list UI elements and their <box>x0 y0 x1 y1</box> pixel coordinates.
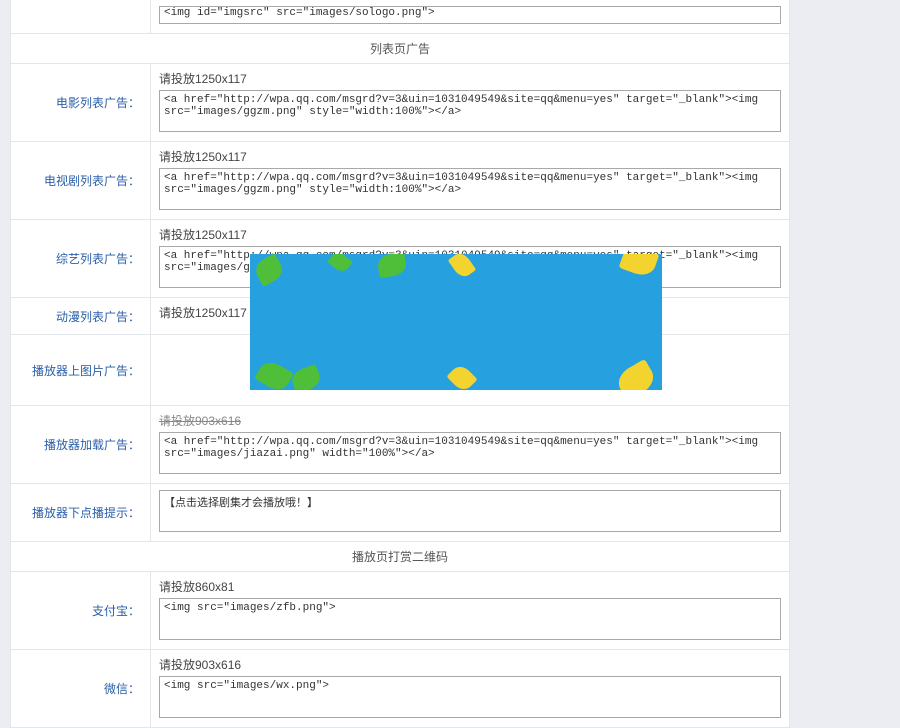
label-wechat: 微信： <box>11 650 151 727</box>
cell-player-tip <box>151 484 789 541</box>
textarea-movie-list-ad[interactable] <box>159 90 781 132</box>
textarea-tv-list-ad[interactable] <box>159 168 781 210</box>
hint-player-load: 请投放903x616 <box>159 412 781 429</box>
row-movie-list-ad: 电影列表广告： 请投放1250x117 <box>10 64 790 142</box>
row-wechat: 微信： 请投放903x616 <box>10 650 790 728</box>
leaf-icon <box>289 364 323 390</box>
textarea-alipay[interactable] <box>159 598 781 640</box>
leaf-icon <box>619 254 660 279</box>
hint-movie: 请投放1250x117 <box>159 70 781 87</box>
leaf-icon <box>446 362 477 390</box>
row-tv-list-ad: 电视剧列表广告： 请投放1250x117 <box>10 142 790 220</box>
leaf-icon <box>376 254 407 278</box>
textarea-wechat[interactable] <box>159 676 781 718</box>
top-value-cell <box>151 0 789 33</box>
label-player-load-ad: 播放器加载广告： <box>11 406 151 483</box>
textarea-player-load-ad[interactable] <box>159 432 781 474</box>
row-player-vod-tip: 播放器下点播提示： <box>10 484 790 542</box>
cell-player-load: 请投放903x616 <box>151 406 789 483</box>
label-player-vod-tip: 播放器下点播提示： <box>11 484 151 541</box>
label-variety-list-ad: 综艺列表广告： <box>11 220 151 297</box>
logo-textarea[interactable] <box>159 6 781 24</box>
hint-wechat: 请投放903x616 <box>159 656 781 673</box>
label-movie-list-ad: 电影列表广告： <box>11 64 151 141</box>
leaf-icon <box>448 254 477 280</box>
leaf-icon <box>252 254 287 287</box>
hint-alipay: 请投放860x81 <box>159 578 781 595</box>
row-alipay: 支付宝： 请投放860x81 <box>10 572 790 650</box>
cell-wechat: 请投放903x616 <box>151 650 789 727</box>
textarea-player-vod-tip[interactable] <box>159 490 781 532</box>
top-label <box>11 0 151 33</box>
cell-tv: 请投放1250x117 <box>151 142 789 219</box>
label-alipay: 支付宝： <box>11 572 151 649</box>
overlay-preview-image <box>250 254 662 390</box>
hint-tv: 请投放1250x117 <box>159 148 781 165</box>
top-row <box>10 0 790 34</box>
section-list-ads-header: 列表页广告 <box>10 34 790 64</box>
hint-variety: 请投放1250x117 <box>159 226 781 243</box>
cell-movie: 请投放1250x117 <box>151 64 789 141</box>
label-anime-list-ad: 动漫列表广告： <box>11 298 151 334</box>
section-qr-header: 播放页打赏二维码 <box>10 542 790 572</box>
leaf-icon <box>613 359 658 390</box>
leaf-icon <box>327 254 353 275</box>
label-tv-list-ad: 电视剧列表广告： <box>11 142 151 219</box>
leaf-icon <box>254 358 294 390</box>
row-player-load-ad: 播放器加载广告： 请投放903x616 <box>10 406 790 484</box>
label-player-top-image-ad: 播放器上图片广告： <box>11 335 151 405</box>
cell-alipay: 请投放860x81 <box>151 572 789 649</box>
